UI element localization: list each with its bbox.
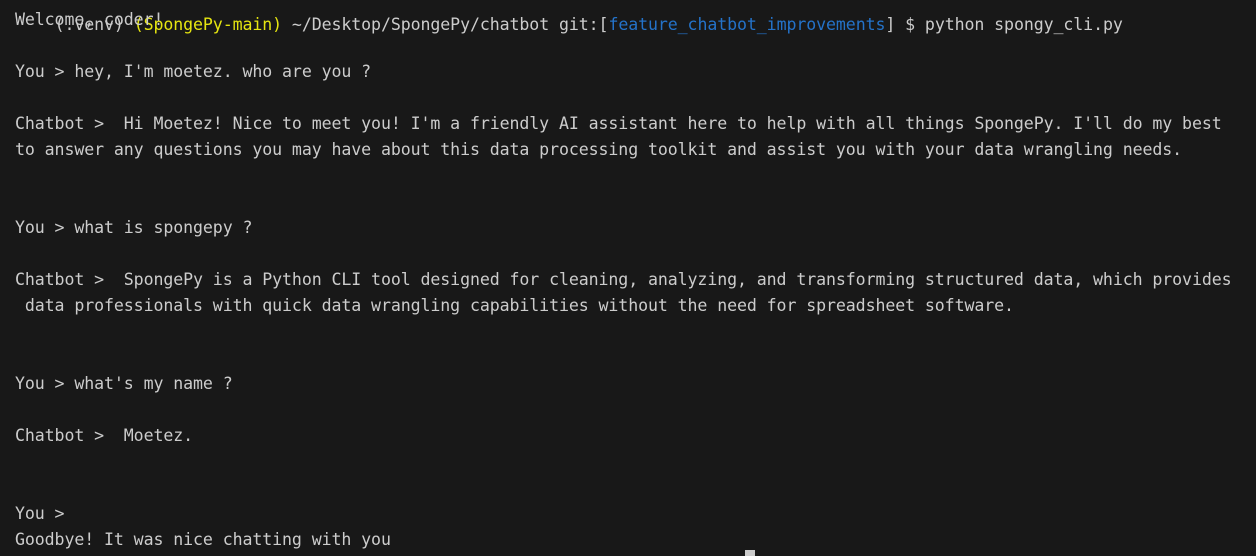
terminal-window[interactable]: (.venv) (SpongePy-main) ~/Desktop/Sponge… <box>0 0 1256 556</box>
chatbot-reply-2-line-1: Chatbot > SpongePy is a Python CLI tool … <box>15 270 1232 289</box>
prompt-bracket-open: [ <box>598 15 609 34</box>
chatbot-reply-2-line-2: data professionals with quick data wrang… <box>15 296 1014 315</box>
user-message-1: You > hey, I'm moetez. who are you ? <box>15 62 372 81</box>
goodbye-line: Goodbye! It was nice chatting with you <box>15 530 391 549</box>
chatbot-reply-3: Chatbot > Moetez. <box>15 426 194 445</box>
prompt-command: ] $ python spongy_cli.py <box>885 15 1123 34</box>
prompt-git-label: git: <box>558 15 599 34</box>
terminal-cursor <box>745 550 755 556</box>
user-prompt-empty: You > <box>15 504 75 523</box>
chatbot-reply-1-line-2: to answer any questions you may have abo… <box>15 140 1183 159</box>
prompt-path: ~/Desktop/SpongePy/chatbot <box>282 15 559 34</box>
chatbot-reply-1-line-1: Chatbot > Hi Moetez! Nice to meet you! I… <box>15 114 1222 133</box>
user-message-3: You > what's my name ? <box>15 374 233 393</box>
prompt-branch: feature_chatbot_improvements <box>608 15 886 34</box>
welcome-line: Welcome, coder! <box>15 10 164 29</box>
user-message-2: You > what is spongepy ? <box>15 218 253 237</box>
previous-command-line: (.venv) (SpongePy-main) ~/Desktop/Sponge… <box>15 0 1123 34</box>
